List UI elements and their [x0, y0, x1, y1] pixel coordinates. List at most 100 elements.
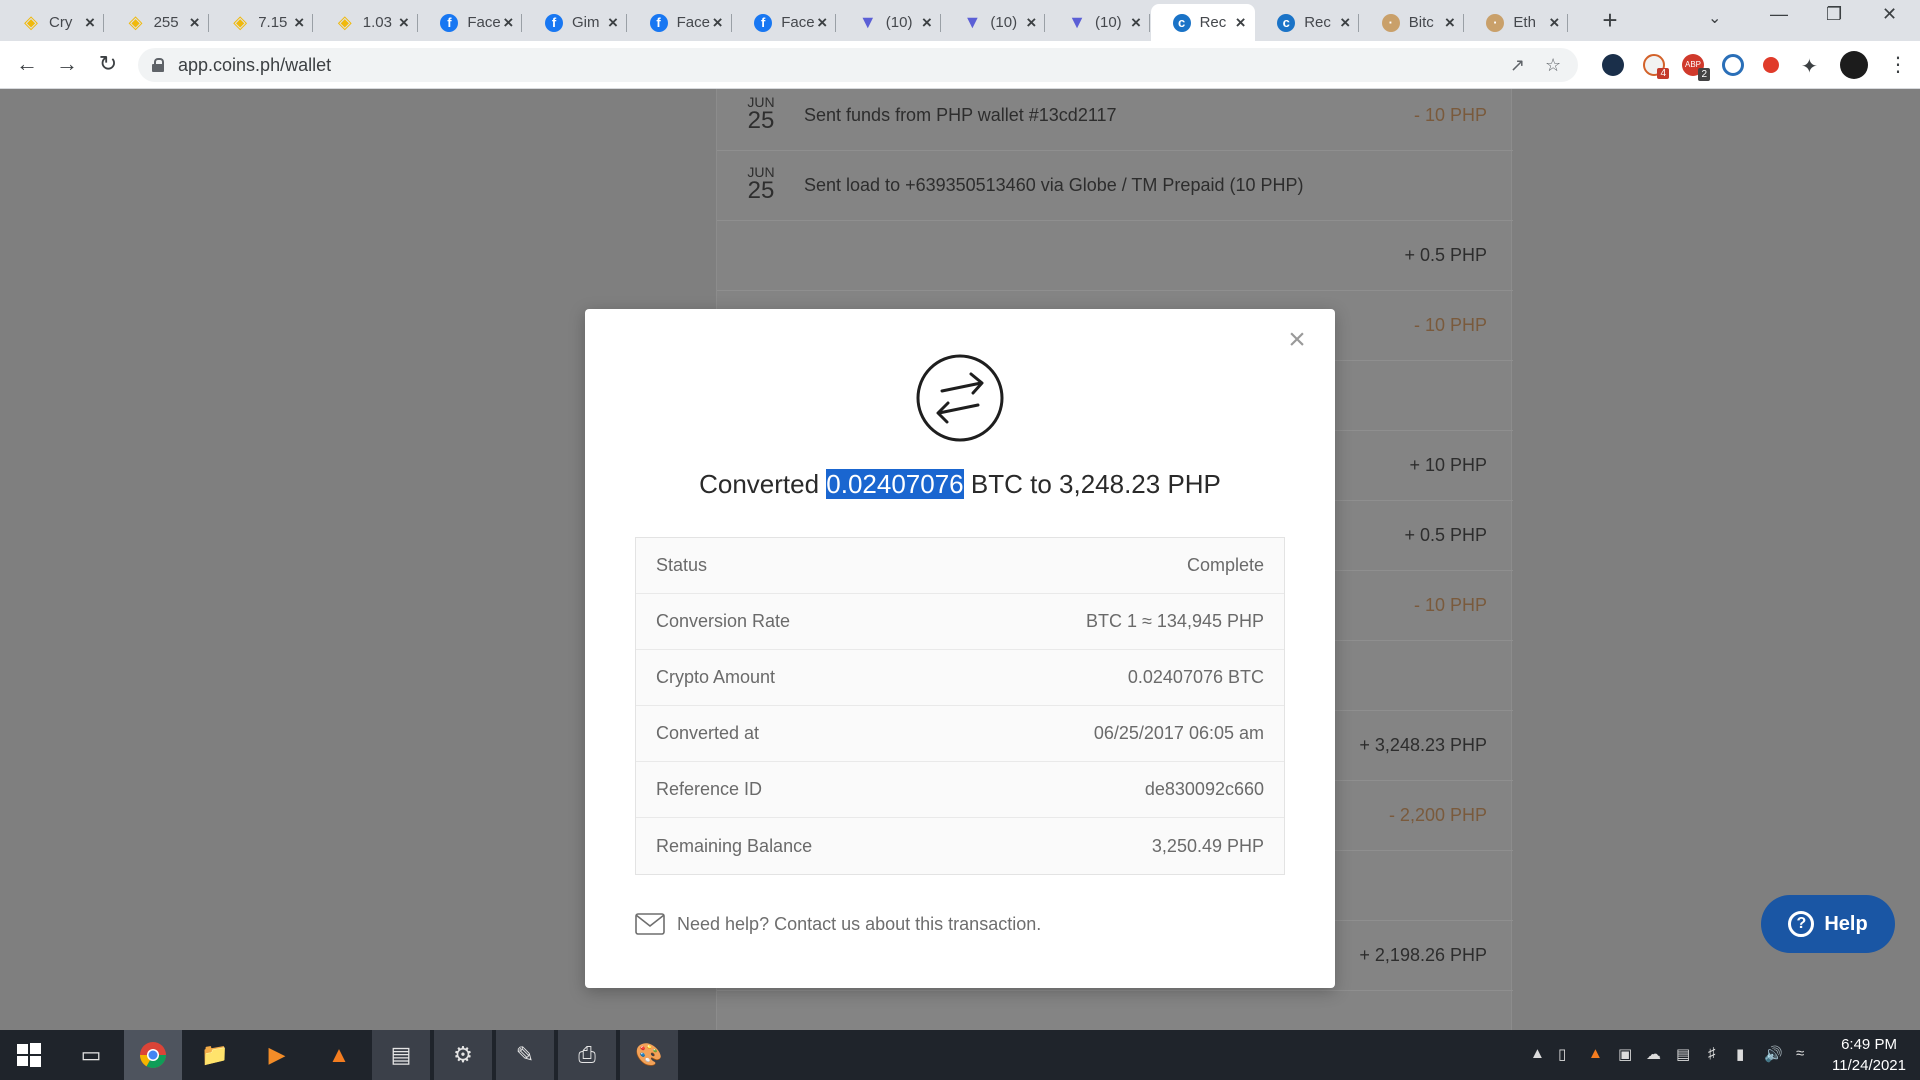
app-window-icon[interactable]: ▤ — [372, 1030, 430, 1080]
tab-title: Eth — [1513, 14, 1536, 31]
transaction-day: 25 — [747, 107, 775, 134]
share-icon[interactable]: ↗ — [1510, 55, 1525, 76]
tab-close-icon[interactable]: × — [1337, 14, 1353, 31]
address-bar[interactable]: app.coins.ph/wallet ↗ ☆ — [138, 48, 1578, 82]
close-window-icon[interactable]: ✕ — [1882, 4, 1897, 25]
extension-globe-icon[interactable] — [1602, 54, 1624, 76]
close-icon[interactable]: × — [1283, 325, 1311, 355]
chrome-taskbar-icon[interactable] — [124, 1030, 182, 1080]
transaction-amount: - 10 PHP — [1413, 315, 1487, 335]
transaction-details-table: Status Complete Conversion Rate BTC 1 ≈ 134… — [635, 537, 1285, 875]
extension-badge-count: 4 — [1657, 68, 1669, 79]
browser-tab[interactable]: · Eth × — [1464, 4, 1569, 41]
browser-tab[interactable]: ▼ (10) × — [837, 4, 941, 41]
detail-value: 0.02407076 BTC — [1127, 667, 1264, 687]
tab-separator — [1567, 14, 1569, 32]
browser-tab[interactable]: f Gim × — [523, 4, 627, 41]
profile-avatar[interactable] — [1840, 51, 1868, 79]
menu-kebab-icon[interactable]: ⋮ — [1888, 52, 1908, 77]
tray-cloud-icon[interactable]: ☁ — [1646, 1045, 1661, 1063]
kraken-icon: ▼ — [858, 12, 877, 32]
transaction-amount: - 2,200 PHP — [1388, 805, 1487, 825]
tab-search-icon[interactable]: ⌄ — [1708, 8, 1721, 28]
extension-record-icon[interactable] — [1763, 57, 1779, 73]
tab-title: 255 — [153, 14, 179, 31]
tab-close-icon[interactable]: × — [605, 14, 621, 31]
minimize-icon[interactable]: — — [1770, 4, 1788, 25]
scanner-icon[interactable]: ⎙ — [558, 1030, 616, 1080]
wifi-icon[interactable]: ≈ — [1796, 1045, 1804, 1062]
tab-close-icon[interactable]: × — [291, 14, 307, 31]
windows-start-icon[interactable] — [0, 1030, 58, 1080]
tab-close-icon[interactable]: × — [814, 14, 830, 31]
contact-support-link[interactable]: Need help? Contact us about this transac… — [635, 913, 1041, 935]
tab-close-icon[interactable]: × — [1023, 14, 1039, 31]
browser-tab[interactable]: c Rec × — [1150, 4, 1255, 41]
url-text[interactable]: app.coins.ph/wallet — [178, 55, 331, 76]
browser-tab[interactable]: f Face × — [628, 4, 732, 41]
extension-g-icon[interactable] — [1722, 54, 1744, 76]
tab-close-icon[interactable]: × — [187, 14, 203, 31]
browser-tab[interactable]: · Bitc × — [1360, 4, 1464, 41]
browser-tab[interactable]: ◈ 255 × — [105, 4, 209, 41]
tab-title: Cry — [49, 14, 73, 31]
transaction-row[interactable]: + 0.5 PHP — [717, 221, 1513, 291]
browser-tab[interactable]: ◈ 1.03 × — [314, 4, 418, 41]
adblock-icon[interactable]: ABP 2 — [1682, 54, 1710, 81]
file-explorer-icon[interactable]: 📁 — [186, 1030, 244, 1080]
browser-tab[interactable]: ◈ 7.15 × — [209, 4, 314, 41]
binance-icon: ◈ — [233, 12, 248, 32]
tab-close-icon[interactable]: × — [82, 14, 98, 31]
paint-icon[interactable]: 🎨 — [620, 1030, 678, 1080]
tab-close-icon[interactable]: × — [1546, 14, 1562, 31]
binance-icon: ◈ — [24, 12, 38, 32]
tray-device-icon[interactable]: ▯ — [1558, 1045, 1566, 1063]
browser-tab[interactable]: ▼ (10) × — [941, 4, 1046, 41]
tray-vlc-icon[interactable]: ▲ — [1588, 1045, 1603, 1062]
browser-tab[interactable]: c Rec × — [1255, 4, 1360, 41]
new-tab-button[interactable]: + — [1597, 7, 1623, 34]
tab-close-icon[interactable]: × — [396, 14, 412, 31]
system-clock[interactable]: 6:49 PM 11/24/2021 — [1832, 1034, 1906, 1076]
task-view-icon[interactable]: ▭ — [62, 1030, 120, 1080]
media-player-icon[interactable]: ▶ — [248, 1030, 306, 1080]
adblock-badge-count: 2 — [1698, 68, 1710, 81]
extensions-puzzle-icon[interactable]: ✦ — [1801, 54, 1818, 79]
selected-btc-amount[interactable]: 0.02407076 — [826, 469, 964, 499]
help-button[interactable]: ? Help — [1761, 895, 1895, 953]
browser-tab[interactable]: f Face × — [418, 4, 523, 41]
back-arrow-icon[interactable]: ← — [13, 50, 41, 78]
tray-app-icon[interactable]: ▣ — [1618, 1045, 1632, 1063]
tray-overflow-icon[interactable]: ▲ — [1530, 1045, 1545, 1062]
tab-close-icon[interactable]: × — [919, 14, 935, 31]
notepad-icon[interactable]: ✎ — [496, 1030, 554, 1080]
tab-close-icon[interactable]: × — [500, 14, 516, 31]
tab-close-icon[interactable]: × — [1128, 14, 1144, 31]
reload-icon[interactable]: ↻ — [94, 50, 122, 78]
tray-folder-icon[interactable]: ▤ — [1676, 1045, 1690, 1063]
forward-arrow-icon[interactable]: → — [53, 50, 81, 78]
tab-close-icon[interactable]: × — [1442, 14, 1458, 31]
windows-taskbar: ▭ 📁 ▶ ▲ ▤ ⚙ ✎ ⎙ 🎨 ▲ ▯ ▲ ▣ ☁ ▤ ♯ ▮ 🔊 ≈ 6:… — [0, 1030, 1920, 1080]
vlc-icon[interactable]: ▲ — [310, 1030, 368, 1080]
browser-tab[interactable]: ◈ Cry × — [0, 4, 104, 41]
restore-icon[interactable]: ❐ — [1826, 4, 1842, 25]
battery-icon[interactable]: ▮ — [1736, 1045, 1744, 1063]
browser-tab[interactable]: f Face × — [732, 4, 837, 41]
transaction-row[interactable]: JUN 25 Sent funds from PHP wallet #13cd211… — [717, 81, 1513, 151]
browser-tab[interactable]: ▼ (10) × — [1046, 4, 1150, 41]
contact-support-text[interactable]: Need help? Contact us about this transac… — [677, 914, 1041, 935]
transaction-date: JUN 25 — [746, 95, 776, 133]
tab-close-icon[interactable]: × — [1233, 14, 1249, 31]
extension-badge-icon[interactable]: 4 — [1643, 54, 1669, 79]
transaction-row[interactable]: JUN 25 Sent load to +639350513460 via Glob… — [717, 151, 1513, 221]
tab-title: (10) — [990, 14, 1018, 31]
tab-close-icon[interactable]: × — [710, 14, 726, 31]
lock-icon[interactable] — [152, 58, 164, 72]
settings-gear-icon[interactable]: ⚙ — [434, 1030, 492, 1080]
transaction-amount: + 10 PHP — [1409, 455, 1487, 475]
coin-icon: · — [1486, 13, 1505, 32]
bluetooth-icon[interactable]: ♯ — [1708, 1045, 1716, 1062]
bookmark-star-icon[interactable]: ☆ — [1545, 55, 1561, 76]
volume-icon[interactable]: 🔊 — [1764, 1045, 1783, 1063]
